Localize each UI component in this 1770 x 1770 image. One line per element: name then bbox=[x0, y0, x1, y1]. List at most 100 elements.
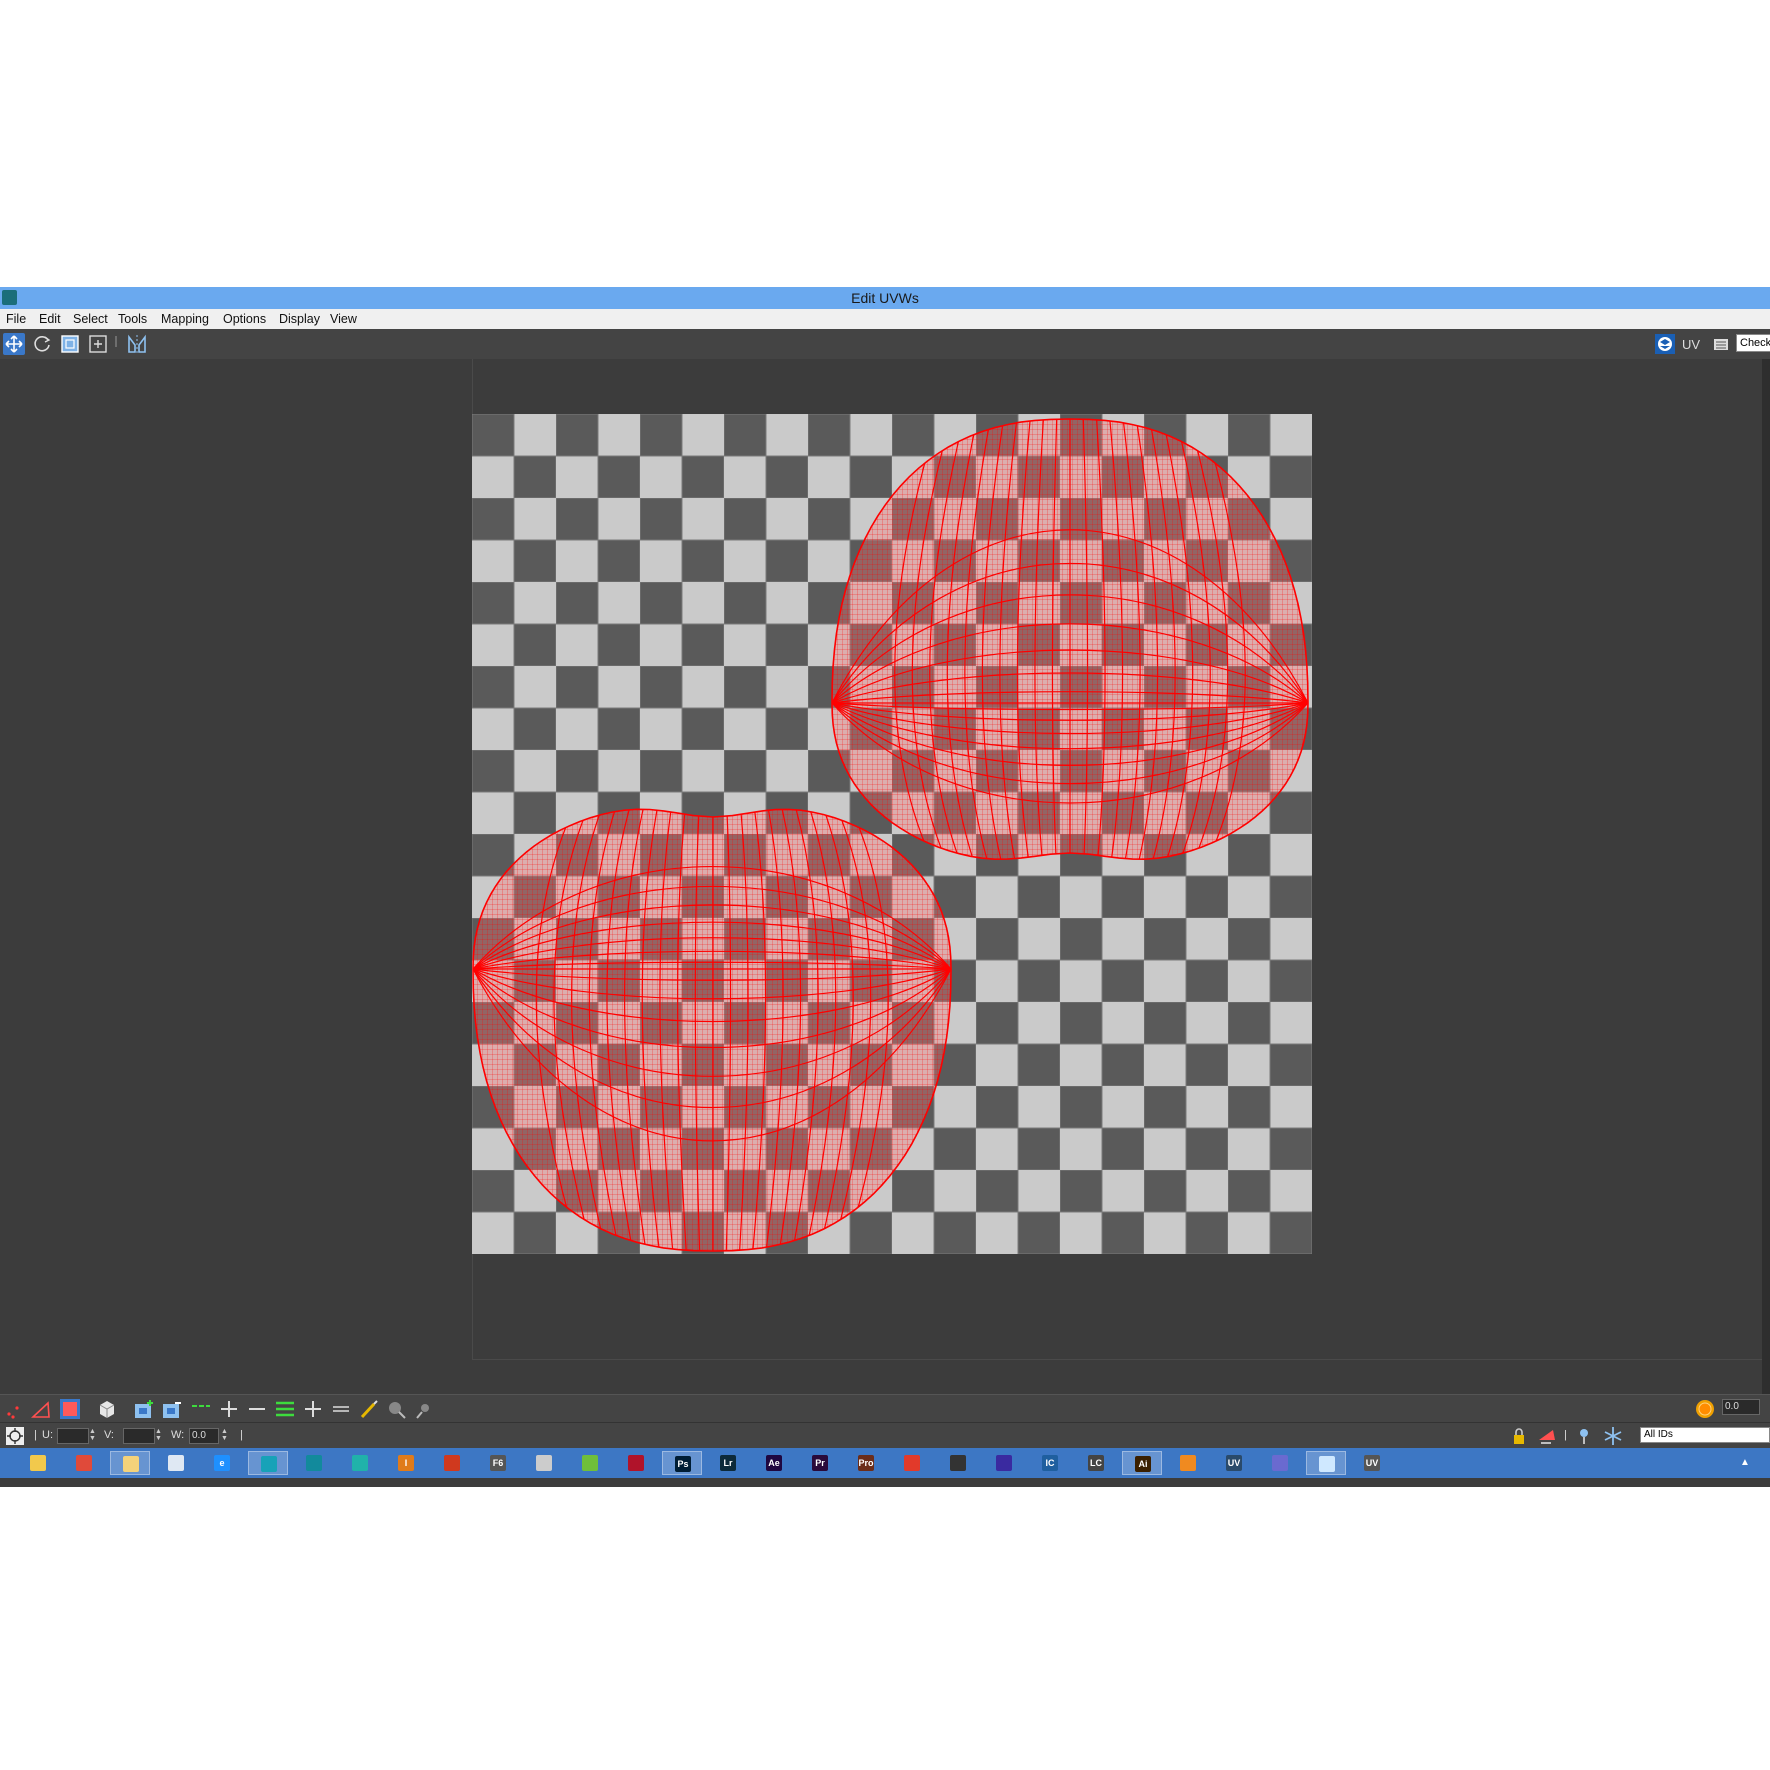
taskbar-app-red-icon[interactable] bbox=[432, 1451, 472, 1475]
soft-selection-icon[interactable] bbox=[1694, 1398, 1716, 1420]
taskbar-3dsmax-icon[interactable] bbox=[248, 1451, 288, 1475]
separator-bar: | bbox=[1564, 1429, 1567, 1441]
menu-edit[interactable]: Edit bbox=[39, 312, 61, 326]
freeze-icon[interactable] bbox=[1602, 1425, 1624, 1447]
material-id-filter-dropdown[interactable]: All IDs bbox=[1640, 1427, 1770, 1443]
paint-grow-icon[interactable] bbox=[386, 1398, 408, 1420]
app-doc-icon bbox=[1319, 1456, 1335, 1472]
uv-shell-lower[interactable] bbox=[472, 791, 956, 1254]
right-rollout-strip[interactable] bbox=[1762, 359, 1770, 1394]
taskbar-app-doc-icon[interactable] bbox=[1306, 1451, 1346, 1475]
taskbar-app-ic-icon[interactable]: IC bbox=[1030, 1451, 1070, 1475]
ring-select-icon[interactable] bbox=[274, 1398, 296, 1420]
mirror-tool-icon[interactable] bbox=[126, 333, 148, 355]
shrink-loop-icon[interactable] bbox=[246, 1398, 268, 1420]
taskbar-uvlayout-1-icon[interactable]: UV bbox=[1214, 1451, 1254, 1475]
menu-options[interactable]: Options bbox=[223, 312, 266, 326]
texture-options-icon[interactable] bbox=[1654, 333, 1676, 355]
top-toolbar: UV Check bbox=[0, 329, 1770, 359]
paint-shrink-icon[interactable] bbox=[414, 1398, 436, 1420]
after-effects-label: Ae bbox=[768, 1458, 780, 1468]
move-tool-icon[interactable] bbox=[3, 333, 25, 355]
menu-select[interactable]: Select bbox=[73, 312, 108, 326]
show-map-icon[interactable] bbox=[1710, 333, 1732, 355]
u-spinner[interactable]: ▲ ▼ bbox=[89, 1428, 97, 1442]
taskbar-app-lc-icon[interactable]: LC bbox=[1076, 1451, 1116, 1475]
f6-label: F6 bbox=[492, 1458, 504, 1468]
taskbar-app-camera-icon[interactable] bbox=[938, 1451, 978, 1475]
separator-bar: | bbox=[34, 1429, 37, 1441]
taskbar-explorer-icon[interactable] bbox=[110, 1451, 150, 1475]
taskbar-premiere-icon[interactable]: Pr bbox=[800, 1451, 840, 1475]
grow-selection-icon[interactable] bbox=[133, 1398, 155, 1420]
taskbar-uvlayout-2-icon[interactable]: UV bbox=[1352, 1451, 1392, 1475]
tray-chevron-icon[interactable]: ▲ bbox=[1740, 1457, 1750, 1468]
hide-icon[interactable] bbox=[1536, 1425, 1558, 1447]
mudbox-icon bbox=[352, 1455, 368, 1471]
app-screen-icon bbox=[1272, 1455, 1288, 1471]
uv-canvas[interactable] bbox=[472, 414, 1312, 1254]
u-field[interactable] bbox=[57, 1428, 89, 1444]
internet-explorer-label: e bbox=[219, 1458, 225, 1468]
taskbar-app-flame-icon[interactable] bbox=[892, 1451, 932, 1475]
lock-selection-icon[interactable] bbox=[1508, 1425, 1530, 1447]
taskbar-lightroom-icon[interactable]: Lr bbox=[708, 1451, 748, 1475]
taskbar-mudbox-icon[interactable] bbox=[340, 1451, 380, 1475]
soft-selection-value[interactable]: 0.0 bbox=[1722, 1399, 1760, 1415]
show-icon[interactable] bbox=[1574, 1425, 1596, 1447]
u-label: U: bbox=[42, 1429, 53, 1441]
taskbar-app-ladybug-icon[interactable] bbox=[616, 1451, 656, 1475]
shrink-selection-icon[interactable] bbox=[161, 1398, 183, 1420]
taskbar-internet-explorer-icon[interactable]: e bbox=[202, 1451, 242, 1475]
vertex-select-icon[interactable] bbox=[3, 1398, 25, 1420]
menu-view[interactable]: View bbox=[330, 312, 357, 326]
taskbar-illustrator-icon[interactable]: Ai bbox=[1122, 1451, 1162, 1475]
grow-loop-icon[interactable] bbox=[218, 1398, 240, 1420]
edit-uvws-window: Edit UVWs File Edit Select Tools Mapping… bbox=[0, 287, 1770, 1487]
taskbar-after-effects-icon[interactable]: Ae bbox=[754, 1451, 794, 1475]
taskbar-python-icon[interactable] bbox=[18, 1451, 58, 1475]
w-spinner[interactable]: ▲ ▼ bbox=[221, 1428, 229, 1442]
grow-ring-icon[interactable] bbox=[302, 1398, 324, 1420]
menu-mapping[interactable]: Mapping bbox=[161, 312, 209, 326]
taskbar-f6-icon[interactable]: F6 bbox=[478, 1451, 518, 1475]
menu-bar: File Edit Select Tools Mapping Options D… bbox=[0, 309, 1770, 330]
window-title: Edit UVWs bbox=[851, 290, 919, 306]
polygon-select-icon[interactable] bbox=[59, 1398, 81, 1420]
taskbar-app-i-icon[interactable]: I bbox=[386, 1451, 426, 1475]
taskbar-app-screen-icon[interactable] bbox=[1260, 1451, 1300, 1475]
taskbar-app-blue-sphere-icon[interactable] bbox=[984, 1451, 1024, 1475]
title-bar[interactable]: Edit UVWs bbox=[0, 287, 1770, 309]
taskbar-app-pro-icon[interactable]: Pro bbox=[846, 1451, 886, 1475]
edge-select-icon[interactable] bbox=[30, 1398, 52, 1420]
taskbar-photoshop-icon[interactable]: Ps bbox=[662, 1451, 702, 1475]
w-field[interactable]: 0.0 bbox=[189, 1428, 219, 1444]
paint-select-icon[interactable] bbox=[358, 1398, 380, 1420]
freeform-tool-icon[interactable] bbox=[87, 333, 109, 355]
explorer-icon bbox=[123, 1456, 139, 1472]
loop-select-icon[interactable] bbox=[190, 1398, 212, 1420]
menu-tools[interactable]: Tools bbox=[118, 312, 147, 326]
texture-dropdown[interactable]: Check bbox=[1736, 334, 1770, 352]
menu-display[interactable]: Display bbox=[279, 312, 320, 326]
taskbar-unity-icon[interactable] bbox=[524, 1451, 564, 1475]
maya-icon bbox=[306, 1455, 322, 1471]
app-red-icon bbox=[444, 1455, 460, 1471]
taskbar-app-green-icon[interactable] bbox=[570, 1451, 610, 1475]
taskbar-blender-icon[interactable] bbox=[1168, 1451, 1208, 1475]
taskbar-notepad-icon[interactable] bbox=[156, 1451, 196, 1475]
shrink-ring-icon[interactable] bbox=[330, 1398, 352, 1420]
lightroom-label: Lr bbox=[723, 1458, 733, 1468]
blender-icon bbox=[1180, 1455, 1196, 1471]
rotate-tool-icon[interactable] bbox=[31, 333, 53, 355]
menu-file[interactable]: File bbox=[6, 312, 26, 326]
v-field[interactable] bbox=[123, 1428, 155, 1444]
uv-label: UV bbox=[1682, 337, 1701, 352]
taskbar-chrome-icon[interactable] bbox=[64, 1451, 104, 1475]
v-spinner[interactable]: ▲ ▼ bbox=[155, 1428, 163, 1442]
select-element-icon[interactable] bbox=[96, 1398, 118, 1420]
scale-tool-icon[interactable] bbox=[59, 333, 81, 355]
bottom-toolbar: 0.0 bbox=[0, 1394, 1770, 1423]
absolute-offset-mode-icon[interactable] bbox=[4, 1425, 26, 1447]
taskbar-maya-icon[interactable] bbox=[294, 1451, 334, 1475]
